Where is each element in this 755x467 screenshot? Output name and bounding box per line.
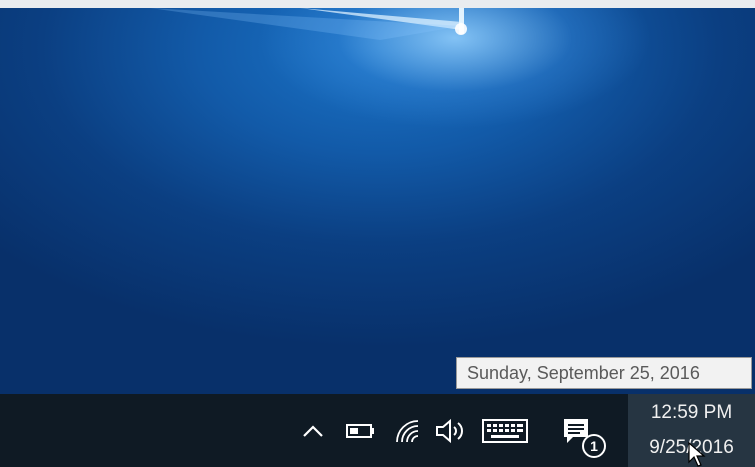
volume-button[interactable] (433, 394, 469, 467)
date-tooltip: Sunday, September 25, 2016 (456, 357, 752, 389)
notification-count-badge: 1 (582, 434, 606, 458)
screen: Sunday, September 25, 2016 1 12:59 PM (0, 0, 755, 467)
wifi-icon (396, 419, 419, 442)
touch-keyboard-button[interactable] (480, 394, 530, 467)
network-button[interactable] (392, 394, 422, 467)
speaker-icon (436, 418, 463, 443)
touch-keyboard-icon (482, 418, 528, 443)
clock-time: 12:59 PM (650, 402, 733, 423)
chevron-up-icon (303, 424, 323, 437)
mouse-pointer-icon (688, 442, 706, 467)
wallpaper-light-beam (150, 8, 467, 40)
show-hidden-icons-button[interactable] (300, 394, 326, 467)
battery-button[interactable] (343, 394, 379, 467)
battery-icon (346, 423, 374, 438)
